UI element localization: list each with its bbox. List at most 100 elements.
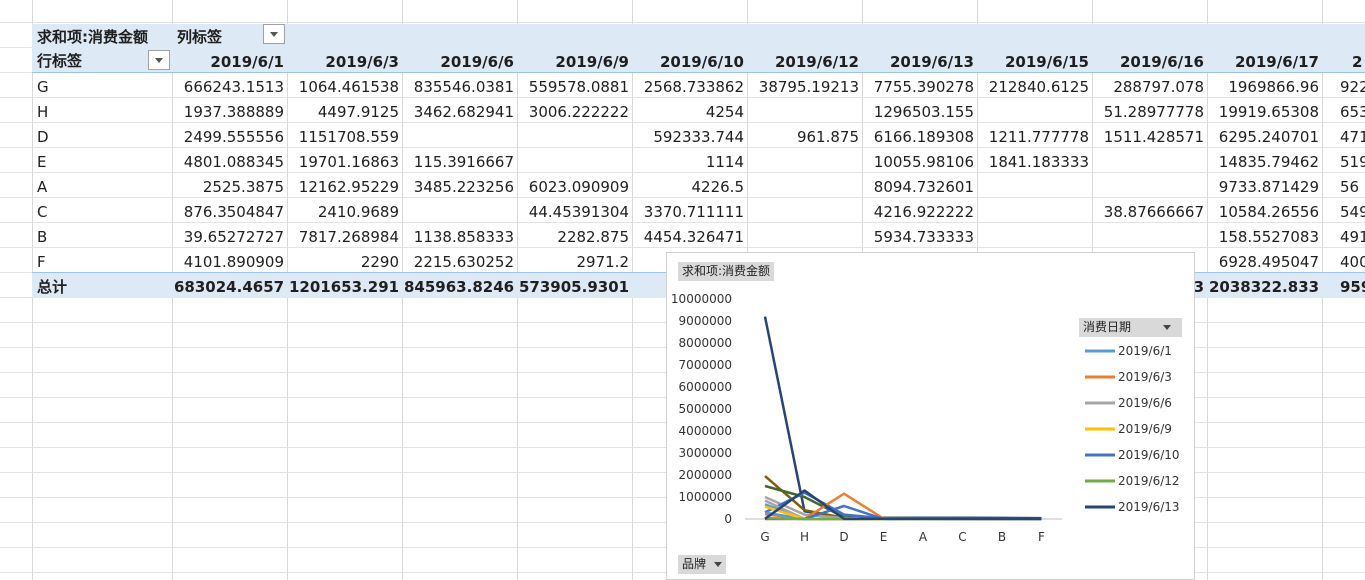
row-label: C	[37, 203, 48, 221]
y-tick-label: 4000000	[679, 424, 732, 438]
table-cell: 1064.461538	[298, 78, 399, 96]
table-cell: 4801.088345	[183, 153, 284, 171]
table-cell: 10055.98106	[873, 153, 974, 171]
table-cell: 3485.223256	[413, 178, 514, 196]
total-cell: 683024.4657	[174, 278, 285, 296]
table-cell: 7755.390278	[873, 78, 974, 96]
date-column-header: 2019/6/1	[210, 53, 284, 71]
pivot-column-label: 列标签	[177, 28, 223, 46]
pivot-chart[interactable]: 求和项:消费金额 消费日期 品牌 10000000 9000000 8000000 7…	[666, 252, 1195, 580]
chart-plot: 1000000090000008000000700000060000005000…	[671, 292, 1180, 544]
table-cell: 1151708.559	[298, 128, 399, 146]
table-cell: 666243.1513	[183, 78, 284, 96]
table-cell: 44.45391304	[528, 203, 629, 221]
row-label: A	[37, 178, 48, 196]
table-cell: 4216.922222	[873, 203, 974, 221]
table-cell: 288797.078	[1113, 78, 1204, 96]
date-column-header: 2019/6/15	[1004, 53, 1089, 71]
legend-entry: 2019/6/9	[1118, 422, 1172, 436]
table-cell: 922	[1340, 78, 1365, 96]
legend-entry: 2019/6/10	[1118, 448, 1180, 462]
x-tick-label: F	[1038, 530, 1045, 544]
table-cell: 212840.6125	[988, 78, 1089, 96]
table-cell: 38.87666667	[1103, 203, 1204, 221]
y-tick-label: 2000000	[679, 468, 732, 482]
table-cell: 1841.183333	[988, 153, 1089, 171]
column-filter-dropdown[interactable]	[263, 24, 285, 44]
date-column-header: 2019/6/6	[440, 53, 514, 71]
y-tick-label: 6000000	[679, 380, 732, 394]
table-cell: 592333.744	[653, 128, 744, 146]
date-column-header: 2019/6/3	[325, 53, 399, 71]
table-cell: 115.3916667	[413, 153, 514, 171]
x-tick-label: A	[919, 530, 928, 544]
row-filter-dropdown[interactable]	[148, 50, 170, 70]
table-cell: 12162.95229	[298, 178, 399, 196]
legend-entry: 2019/6/6	[1118, 396, 1172, 410]
table-cell: 19701.16863	[298, 153, 399, 171]
table-cell: 471	[1340, 128, 1365, 146]
y-tick-label: 5000000	[679, 402, 732, 416]
x-tick-label: G	[760, 530, 769, 544]
table-cell: 3006.222222	[528, 103, 629, 121]
table-cell: 3370.711111	[643, 203, 744, 221]
table-cell: 1296503.155	[873, 103, 974, 121]
table-cell: 1211.777778	[988, 128, 1089, 146]
y-tick-label: 0	[724, 512, 732, 526]
date-column-header: 2019/6/17	[1234, 53, 1319, 71]
total-cell: 845963.8246	[404, 278, 515, 296]
table-cell: 2410.9689	[317, 203, 399, 221]
table-cell: 400	[1340, 253, 1365, 271]
table-cell: 6166.189308	[873, 128, 974, 146]
table-cell: 3462.682941	[413, 103, 514, 121]
x-tick-label: E	[880, 530, 888, 544]
date-column-header: 2019/6/9	[555, 53, 629, 71]
pivot-row-label: 行标签	[37, 52, 83, 70]
legend-entry: 2019/6/3	[1118, 370, 1172, 384]
table-cell: 491	[1340, 228, 1365, 246]
x-tick-label: D	[839, 530, 848, 544]
table-cell: 9733.871429	[1218, 178, 1319, 196]
y-tick-label: 10000000	[671, 292, 732, 306]
row-label: D	[37, 128, 49, 146]
total-cell: 1201653.291	[289, 278, 400, 296]
row-label: F	[37, 253, 46, 271]
table-cell: 1969866.96	[1228, 78, 1319, 96]
x-tick-label: B	[998, 530, 1006, 544]
table-cell: 1114	[705, 153, 744, 171]
table-cell: 6928.495047	[1218, 253, 1319, 271]
row-label: H	[37, 103, 49, 121]
x-tick-label: H	[800, 530, 809, 544]
y-tick-label: 3000000	[679, 446, 732, 460]
date-column-header: 2019/6/10	[659, 53, 744, 71]
y-tick-label: 8000000	[679, 336, 732, 350]
x-tick-label: C	[958, 530, 966, 544]
legend-entry: 2019/6/1	[1118, 344, 1172, 358]
table-cell: 2499.555556	[183, 128, 284, 146]
table-cell: 39.65272727	[183, 228, 284, 246]
total-cell: 573905.9301	[519, 278, 630, 296]
table-cell: 4254	[705, 103, 744, 121]
table-cell: 5934.733333	[873, 228, 974, 246]
date-column-header: 2	[1352, 53, 1363, 71]
grid-row-line	[0, 22, 1365, 23]
row-label: E	[37, 153, 47, 171]
row-label: B	[37, 228, 48, 246]
table-cell: 4454.326471	[643, 228, 744, 246]
table-cell: 158.5527083	[1218, 228, 1319, 246]
table-cell: 1138.858333	[413, 228, 514, 246]
table-cell: 19919.65308	[1218, 103, 1319, 121]
table-cell: 10584.26556	[1218, 203, 1319, 221]
table-cell: 7817.268984	[298, 228, 399, 246]
y-tick-label: 1000000	[679, 490, 732, 504]
legend-entry: 2019/6/12	[1118, 474, 1180, 488]
y-tick-label: 9000000	[679, 314, 732, 328]
table-cell: 835546.0381	[413, 78, 514, 96]
date-column-header: 2019/6/13	[889, 53, 974, 71]
table-cell: 519	[1340, 153, 1365, 171]
total-cell: 2038322.833	[1209, 278, 1320, 296]
table-cell: 1937.388889	[183, 103, 284, 121]
table-cell: 1511.428571	[1103, 128, 1204, 146]
table-cell: 961.875	[796, 128, 859, 146]
table-cell: 549	[1340, 203, 1365, 221]
